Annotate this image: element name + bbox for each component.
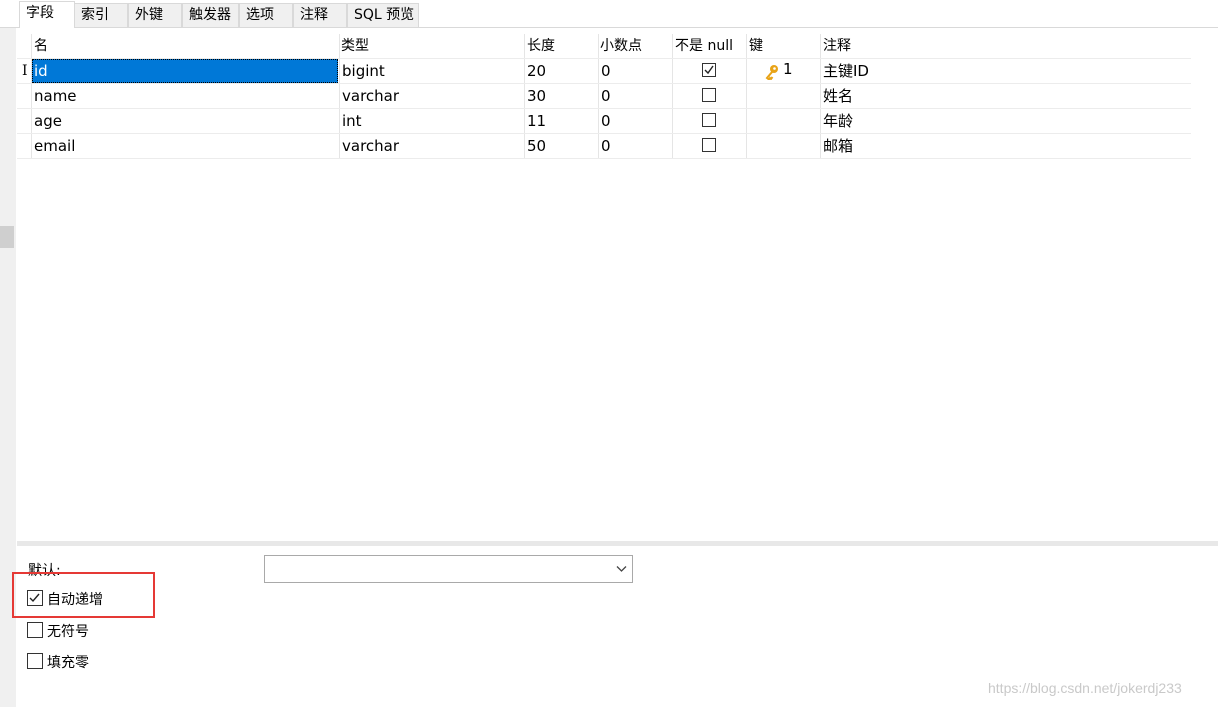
tab-triggers[interactable]: 触发器 xyxy=(182,3,239,27)
not-null-checkbox[interactable] xyxy=(702,138,716,152)
field-decimals-cell[interactable]: 0 xyxy=(601,134,611,158)
field-decimals-cell[interactable]: 0 xyxy=(601,59,611,83)
zerofill-label: 填充零 xyxy=(47,655,89,671)
tab-bar-border xyxy=(0,27,1218,28)
key-order: 1 xyxy=(783,60,793,78)
key-cell[interactable]: 1 xyxy=(765,59,815,83)
checkbox-box[interactable] xyxy=(27,653,43,669)
table-row[interactable]: name varchar 30 0 姓名 xyxy=(17,84,1191,109)
default-value-select[interactable] xyxy=(264,555,633,583)
unsigned-label: 无符号 xyxy=(47,624,89,640)
checkmark-icon xyxy=(704,65,714,75)
field-name-cell[interactable]: age xyxy=(34,109,62,133)
field-name-cell[interactable]: id xyxy=(32,59,338,83)
table-header-row xyxy=(17,34,1191,59)
field-name-cell[interactable]: name xyxy=(34,84,77,108)
field-length-cell[interactable]: 20 xyxy=(527,59,546,83)
field-type-cell[interactable]: varchar xyxy=(342,134,399,158)
table-row[interactable]: email varchar 50 0 邮箱 xyxy=(17,134,1191,159)
highlight-annotation-box xyxy=(12,572,155,618)
field-comment-cell[interactable]: 邮箱 xyxy=(823,134,853,158)
text-cursor-icon: I xyxy=(22,63,28,79)
not-null-checkbox[interactable] xyxy=(702,88,716,102)
chevron-down-icon xyxy=(616,566,627,572)
not-null-checkbox[interactable] xyxy=(702,113,716,127)
gutter-marker xyxy=(0,226,14,248)
watermark: https://blog.csdn.net/jokerdj233 xyxy=(988,680,1182,696)
tab-indexes[interactable]: 索引 xyxy=(74,3,128,27)
panel-splitter[interactable] xyxy=(17,541,1218,546)
field-comment-cell[interactable]: 姓名 xyxy=(823,84,853,108)
tab-fields[interactable]: 字段 xyxy=(19,1,75,28)
field-name-cell[interactable]: email xyxy=(34,134,75,158)
field-decimals-cell[interactable]: 0 xyxy=(601,84,611,108)
field-length-cell[interactable]: 11 xyxy=(527,109,546,133)
field-length-cell[interactable]: 30 xyxy=(527,84,546,108)
field-comment-cell[interactable]: 主键ID xyxy=(823,59,869,83)
field-decimals-cell[interactable]: 0 xyxy=(601,109,611,133)
table-row[interactable]: age int 11 0 年龄 xyxy=(17,109,1191,134)
field-type-cell[interactable]: int xyxy=(342,109,362,133)
field-type-cell[interactable]: bigint xyxy=(342,59,385,83)
tab-foreign-keys[interactable]: 外键 xyxy=(128,3,182,27)
field-type-cell[interactable]: varchar xyxy=(342,84,399,108)
not-null-checkbox[interactable] xyxy=(702,63,716,77)
primary-key-icon xyxy=(765,65,778,80)
field-comment-cell[interactable]: 年龄 xyxy=(823,109,853,133)
tab-bar: 字段 索引 外键 触发器 选项 注释 SQL 预览 xyxy=(0,0,1218,28)
tab-comment[interactable]: 注释 xyxy=(293,3,347,27)
tab-options[interactable]: 选项 xyxy=(239,3,293,27)
tab-sql-preview[interactable]: SQL 预览 xyxy=(347,3,419,27)
field-length-cell[interactable]: 50 xyxy=(527,134,546,158)
table-row[interactable]: id bigint 20 0 1 主键ID xyxy=(17,59,1191,84)
checkbox-box[interactable] xyxy=(27,622,43,638)
